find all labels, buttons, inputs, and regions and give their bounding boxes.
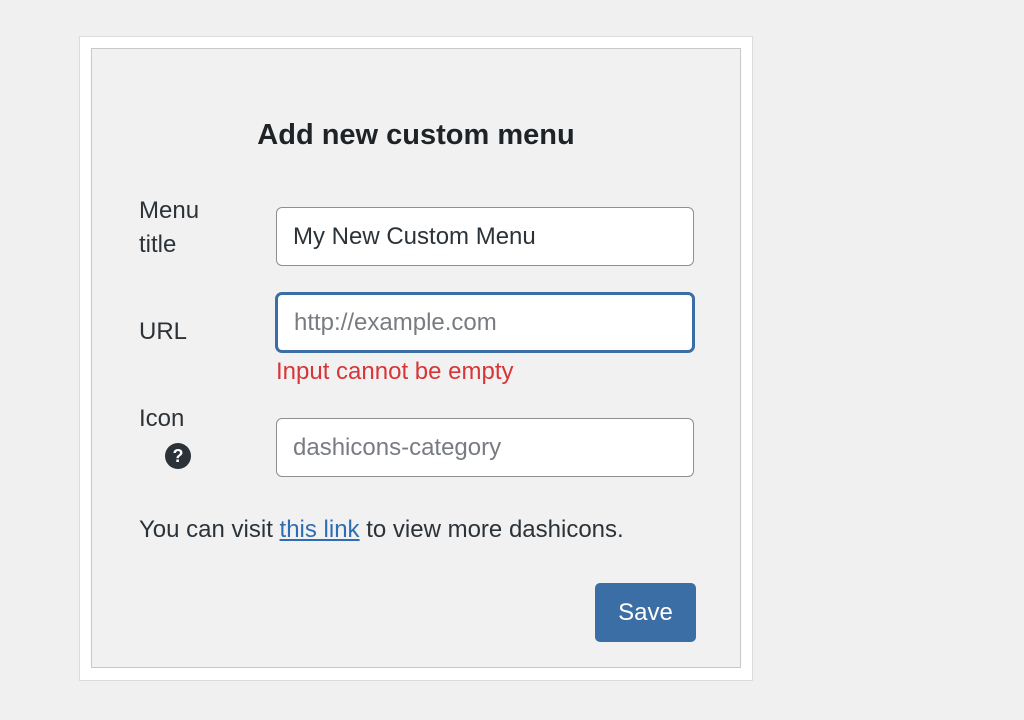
custom-menu-form: Add new custom menu Menu title URL Input… bbox=[91, 48, 741, 668]
hint-text-before: You can visit bbox=[139, 516, 280, 543]
hint-text-after: to view more dashicons. bbox=[359, 516, 624, 543]
menu-title-input[interactable] bbox=[276, 207, 694, 266]
save-button[interactable]: Save bbox=[595, 583, 696, 642]
icon-label: Icon bbox=[139, 405, 185, 432]
question-help-icon[interactable]: ? bbox=[165, 443, 191, 469]
dashicons-link[interactable]: this link bbox=[280, 516, 360, 543]
form-title: Add new custom menu bbox=[257, 119, 575, 151]
menu-title-label: Menu title bbox=[139, 197, 200, 258]
url-error-message: Input cannot be empty bbox=[276, 358, 514, 385]
url-label: URL bbox=[139, 318, 188, 345]
icon-input[interactable] bbox=[276, 418, 694, 477]
url-input[interactable] bbox=[276, 293, 694, 352]
modal-frame: Add new custom menu Menu title URL Input… bbox=[79, 36, 753, 681]
dashicons-hint: You can visit this link to view more das… bbox=[139, 513, 624, 547]
